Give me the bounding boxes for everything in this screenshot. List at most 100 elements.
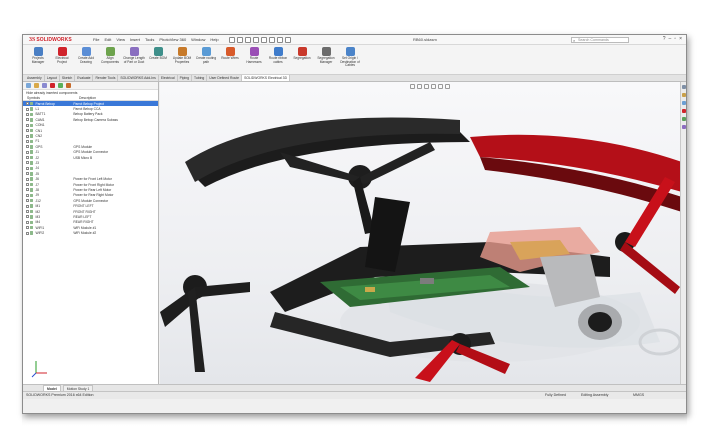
command-tab[interactable]: Electrical [159, 75, 178, 81]
new-document-icon[interactable] [228, 36, 235, 43]
list-item[interactable]: J9 Power for Rear Right Motor [23, 193, 158, 198]
expand-toggle-icon[interactable] [23, 199, 30, 203]
menu-file[interactable]: File [93, 37, 99, 42]
resources-icon[interactable] [681, 85, 686, 89]
menu-tools[interactable]: Tools [145, 37, 154, 42]
expand-toggle-icon[interactable] [23, 102, 30, 106]
section-view-icon[interactable] [424, 84, 429, 89]
feature-tree-icon[interactable] [26, 83, 31, 88]
expand-toggle-icon[interactable] [23, 107, 30, 111]
expand-toggle-icon[interactable] [23, 172, 30, 176]
display-style-icon[interactable] [438, 84, 443, 89]
design-library-icon[interactable] [681, 93, 686, 97]
ribbon-button[interactable]: Create Add Drawing [75, 47, 97, 74]
command-tab[interactable]: Sketch [60, 75, 76, 81]
column-symbols[interactable]: Symbols [23, 96, 73, 100]
menu-view[interactable]: View [116, 37, 125, 42]
select-icon[interactable] [268, 36, 275, 43]
menu-window[interactable]: Window [191, 37, 205, 42]
expand-toggle-icon[interactable] [23, 166, 30, 170]
display-icon[interactable] [66, 83, 71, 88]
restore-button[interactable]: ▫ [674, 37, 676, 42]
command-tab[interactable]: SOLIDWORKS Add-Ins [118, 75, 159, 81]
configuration-icon[interactable] [42, 83, 47, 88]
list-item[interactable]: M1 FRONT LEFT [23, 203, 158, 208]
ribbon-button[interactable]: Electrical Project [51, 47, 73, 74]
ribbon-button[interactable]: Align Components [99, 47, 121, 74]
list-item[interactable]: L1 Parrot Bebop CCA [23, 106, 158, 111]
menu-photoview[interactable]: PhotoView 360 [159, 37, 186, 42]
appearance-icon[interactable] [58, 83, 63, 88]
command-tab[interactable]: Tubing [192, 75, 208, 81]
expand-toggle-icon[interactable] [23, 134, 30, 138]
expand-toggle-icon[interactable] [23, 193, 30, 197]
expand-toggle-icon[interactable] [23, 204, 30, 208]
zoom-area-icon[interactable] [417, 84, 422, 89]
expand-toggle-icon[interactable] [23, 150, 30, 154]
ribbon-button[interactable]: Projects Manager [27, 47, 49, 74]
hide-show-icon[interactable] [445, 84, 450, 89]
open-folder-icon[interactable] [236, 36, 243, 43]
expand-toggle-icon[interactable] [23, 145, 30, 149]
print-icon[interactable] [252, 36, 259, 43]
zoom-to-fit-icon[interactable] [410, 84, 415, 89]
command-tab[interactable]: User Defined Route [207, 75, 243, 81]
appearances-icon[interactable] [681, 117, 686, 121]
list-item[interactable]: WIFI2 WiFi Module #2 [23, 230, 158, 235]
expand-toggle-icon[interactable] [23, 226, 30, 230]
column-description[interactable]: Description [73, 96, 153, 100]
view-orientation-icon[interactable] [431, 84, 436, 89]
menu-help[interactable]: Help [210, 37, 218, 42]
expand-toggle-icon[interactable] [23, 220, 30, 224]
list-item[interactable]: GPS GPS Module [23, 144, 158, 149]
expand-toggle-icon[interactable] [23, 177, 30, 181]
property-manager-icon[interactable] [34, 83, 39, 88]
expand-toggle-icon[interactable] [23, 112, 30, 116]
list-item[interactable]: J2 USB Micro B [23, 155, 158, 160]
list-item[interactable]: BATT1 Bebop Battery Pack [23, 112, 158, 117]
ribbon-button[interactable]: Create BOM [147, 47, 169, 74]
command-tab[interactable]: SOLIDWORKS Electrical 3D [242, 75, 291, 81]
command-tab[interactable]: Piping [178, 75, 193, 81]
expand-toggle-icon[interactable] [23, 188, 30, 192]
command-tab[interactable]: Assembly [25, 75, 45, 81]
status-units[interactable]: MMGS [633, 392, 644, 399]
expand-toggle-icon[interactable] [23, 118, 30, 122]
ribbon-button[interactable]: Route Harnesses [243, 47, 265, 74]
list-item[interactable]: J1 GPS Module Connector [23, 150, 158, 155]
solidworks-logo[interactable]: 3S SOLIDWORKS [29, 37, 89, 43]
electrical-icon[interactable] [50, 83, 55, 88]
ribbon-button[interactable]: Update BOM Properties [171, 47, 193, 74]
list-item[interactable]: J7 Power for Front Right Motor [23, 182, 158, 187]
command-tab[interactable]: Render Tools [93, 75, 119, 81]
list-item[interactable]: CAM1 Bebop Bebop Camera Subass [23, 117, 158, 122]
expand-toggle-icon[interactable] [23, 129, 30, 133]
expand-toggle-icon[interactable] [23, 123, 30, 127]
command-tab[interactable]: Layout [45, 75, 60, 81]
undo-icon[interactable] [260, 36, 267, 43]
list-item[interactable]: J8 Power for Rear Left Motor [23, 187, 158, 192]
rebuild-icon[interactable] [276, 36, 283, 43]
list-item[interactable]: WIFI1 WiFi Module #1 [23, 225, 158, 230]
list-item[interactable]: M3 REAR LEFT [23, 214, 158, 219]
list-item[interactable]: J6 Power for Front Left Motor [23, 176, 158, 181]
minimize-button[interactable]: – [669, 37, 672, 42]
menu-edit[interactable]: Edit [104, 37, 111, 42]
list-item[interactable]: M2 FRONT RIGHT [23, 209, 158, 214]
help-icon[interactable]: ? [663, 37, 666, 42]
expand-toggle-icon[interactable] [23, 183, 30, 187]
expand-toggle-icon[interactable] [23, 210, 30, 213]
expand-toggle-icon[interactable] [23, 161, 30, 165]
list-item[interactable]: M4 REAR RIGHT [23, 220, 158, 225]
command-tab[interactable]: Evaluate [75, 75, 94, 81]
list-item[interactable]: J12 GPS Module Connector [23, 198, 158, 203]
expand-toggle-icon[interactable] [23, 215, 30, 219]
file-explorer-icon[interactable] [681, 101, 686, 105]
custom-properties-icon[interactable] [681, 125, 686, 129]
expand-toggle-icon[interactable] [23, 156, 30, 160]
ribbon-button[interactable]: Set Origin / Destination of Cables [339, 47, 361, 74]
expand-toggle-icon[interactable] [23, 231, 30, 235]
ribbon-button[interactable]: Change Length of Part or Duct [123, 47, 145, 74]
electrical-palette-icon[interactable] [681, 109, 686, 113]
ribbon-button[interactable]: Route ribbon cables [267, 47, 289, 74]
